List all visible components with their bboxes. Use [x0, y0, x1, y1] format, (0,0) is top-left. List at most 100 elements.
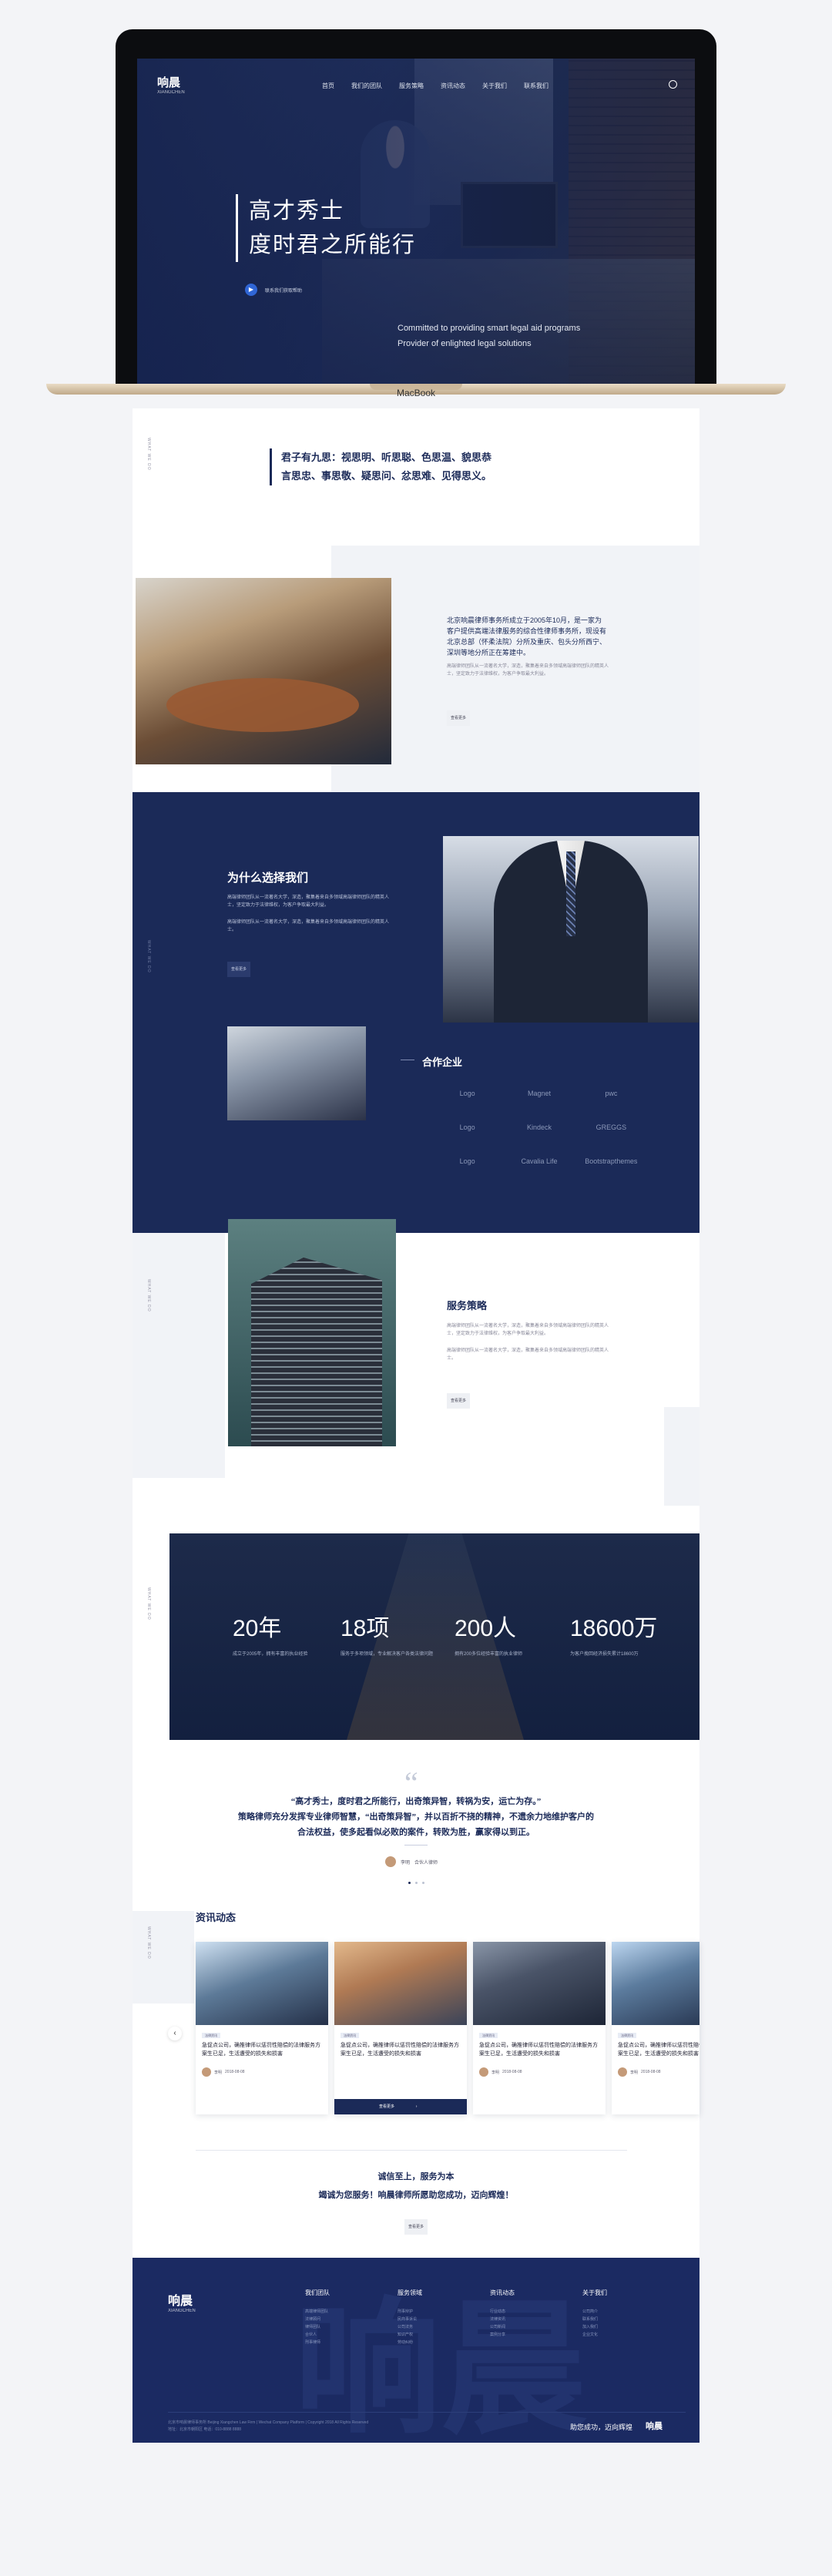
hero-en-line1: Committed to providing smart legal aid p…	[398, 324, 581, 333]
news-tag: 法律资讯	[341, 2033, 359, 2038]
news-tag: 法律资讯	[479, 2033, 498, 2038]
footer-link[interactable]: 联系我们	[582, 2316, 675, 2323]
why-more-button[interactable]: 查看更多	[227, 962, 250, 977]
partner-logo[interactable]: Logo	[431, 1123, 503, 1131]
stat-item: 18600万 为客户挽回经济损失累计18600万	[570, 1609, 663, 1658]
partner-logo[interactable]: pwc	[575, 1090, 647, 1097]
footer-link[interactable]: 案例分享	[490, 2331, 582, 2339]
footer-link[interactable]: 企业文化	[582, 2331, 675, 2339]
chevron-left-icon[interactable]: ‹	[168, 2027, 182, 2040]
nav-item-team[interactable]: 我们的团队	[351, 82, 382, 90]
hero-title-line2: 度时君之所能行	[249, 233, 417, 257]
logo-text: 响晨	[157, 76, 181, 89]
building-tower	[251, 1258, 382, 1446]
nav-item-contact[interactable]: 联系我们	[524, 82, 549, 90]
nav-item-news[interactable]: 资讯动态	[441, 82, 465, 90]
footer-link[interactable]: 高端律师团队	[305, 2308, 398, 2316]
partner-logo[interactable]: Logo	[431, 1157, 503, 1165]
side-label-3: WHAT WE DO	[146, 1279, 151, 1312]
footer-link[interactable]: 行业动态	[490, 2308, 582, 2316]
partner-logo[interactable]: GREGGS	[575, 1123, 647, 1131]
news-image	[612, 1942, 699, 2025]
strategy-more-button[interactable]: 查看更多	[447, 1393, 470, 1409]
footer-link[interactable]: 法律顾问	[305, 2316, 398, 2323]
news-author-name: 李明	[630, 2070, 639, 2075]
news-card[interactable]: 法律资讯 急促点公司，确推律师以惩罚性赔偿的法律服务方案生已足，生活遭受的损失和…	[196, 1942, 328, 2114]
news-author: 李明 2018-08-08	[202, 2067, 322, 2077]
hero-contact-button[interactable]: ▶ 联系我们获取帮助	[245, 284, 302, 296]
nav-item-about[interactable]: 关于我们	[482, 82, 507, 90]
carousel-dot[interactable]	[415, 1882, 418, 1884]
site-logo[interactable]: 响晨 XIANGCHEN	[157, 74, 193, 95]
footer-link[interactable]: 加入我们	[582, 2323, 675, 2331]
device-brand: MacBook	[396, 388, 436, 398]
stats-banner: 20年 成立于2005年，拥有丰富的执业经验 18项 服务于多项领域，专业解决客…	[169, 1533, 699, 1740]
cta-divider	[196, 2150, 627, 2151]
hero-title-line1: 高才秀士	[249, 199, 345, 223]
stat-number: 18600万	[570, 1616, 658, 1641]
partner-logo[interactable]: Logo	[431, 1090, 503, 1097]
footer-watermark: 响晨	[294, 2290, 588, 2443]
footer-link[interactable]: 民商事诉讼	[398, 2316, 490, 2323]
news-card-title: 急促点公司，确推律师以惩罚性赔偿的法律服务方案生已足，生活遭受的损失和损害	[479, 2043, 598, 2057]
avatar	[385, 1856, 396, 1867]
footer-link[interactable]: 刑事辩护	[398, 2308, 490, 2316]
meeting-table	[166, 678, 359, 732]
carousel-dot[interactable]	[408, 1882, 411, 1884]
avatar	[618, 2067, 627, 2077]
footer-logo[interactable]: 响晨 XIANGCHEN	[168, 2290, 196, 2313]
avatar	[202, 2067, 211, 2077]
news-card[interactable]: 法律资讯 急促点公司，确推律师以惩罚性赔偿的法律服务方案生已足，生活遭受的损失和…	[473, 1942, 606, 2114]
nav-item-services[interactable]: 服务策略	[399, 82, 424, 90]
nav-item-home[interactable]: 首页	[322, 82, 334, 90]
footer-link[interactable]: 公司法务	[398, 2323, 490, 2331]
news-author-name: 李明	[491, 2070, 500, 2075]
why-text: 高端律师团队从一流著名大学，深造，聚集着来自多领域高端律师团队的精英人士，坚定致…	[227, 894, 389, 934]
footer-col: 我们团队 高端律师团队 法律顾问 律师团队 合伙人 刑事律师	[305, 2289, 398, 2346]
strategy-text-2: 高端律师团队从一流著名大学，深造，聚集着来自多领域高端律师团队的精英人士。	[447, 1348, 609, 1361]
news-card[interactable]: 法律资讯 急促点公司，确推律师以惩罚性赔偿的法律服务方案生已足，生活遭受的损失和…	[612, 1942, 699, 2114]
footer-link[interactable]: 法律资讯	[490, 2316, 582, 2323]
news-date: 2018-08-08	[225, 2070, 245, 2074]
why-title: 为什么选择我们	[227, 872, 309, 885]
news-image	[473, 1942, 606, 2025]
partner-logo[interactable]: Kindeck	[503, 1123, 575, 1131]
footer-link[interactable]: 知识产权	[398, 2331, 490, 2339]
footer-link[interactable]: 刑事律师	[305, 2339, 398, 2346]
search-icon[interactable]	[669, 80, 677, 89]
footer-link[interactable]: 律师团队	[305, 2323, 398, 2331]
footer-logo-text: 响晨	[168, 2295, 193, 2308]
about-more-button[interactable]: 查看更多	[447, 710, 470, 726]
main-nav: 首页 我们的团队 服务策略 资讯动态 关于我们 联系我们	[322, 82, 549, 90]
footer-link[interactable]: 公司新闻	[490, 2323, 582, 2331]
partner-logo[interactable]: Bootstrapthemes	[575, 1157, 647, 1165]
stat-description: 为客户挽回经济损失累计18600万	[570, 1652, 639, 1657]
partner-logo[interactable]: Cavalia Life	[503, 1157, 575, 1165]
partner-logo[interactable]: Magnet	[503, 1090, 575, 1097]
stat-item: 200人 拥有200多位经验丰富的执业律师	[455, 1609, 547, 1658]
strategy-bg-left	[133, 1233, 225, 1478]
testimonial-text: “高才秀士，度时君之所能行，出奇策异智，转祸为安，运亡为存。” 策略律师充分发挥…	[223, 1794, 609, 1840]
footer-logo-small[interactable]: 响晨	[646, 2420, 663, 2432]
stat-description: 服务于多项领域，专业解决客户各类法律问题	[341, 1652, 434, 1657]
testimonial-author: 李明 合伙人律师	[385, 1856, 438, 1867]
cta-line1: 诚信至上，服务为本	[377, 2172, 455, 2181]
footer-link[interactable]: 公司简介	[582, 2308, 675, 2316]
why-text-2: 高端律师团队从一流著名大学，深造，聚集着来自多领域高端律师团队的精英人士。	[227, 920, 390, 932]
news-more-bar[interactable]: 查看更多 ›	[334, 2099, 467, 2114]
footer-copyright: 北京市响晨律师事务所 Beijing Xiangchen Law Firm | …	[168, 2420, 507, 2433]
stat-description: 成立于2005年，拥有丰富的执业经验	[233, 1652, 308, 1657]
carousel-dot[interactable]	[422, 1882, 424, 1884]
hero-english-tagline: Committed to providing smart legal aid p…	[398, 321, 580, 351]
footer-link[interactable]: 劳动纠纷	[398, 2339, 490, 2346]
news-card[interactable]: 法律资讯 急促点公司，确推律师以惩罚性赔偿的法律服务方案生已足，生活遭受的损失和…	[334, 1942, 467, 2114]
stat-description: 拥有200多位经验丰富的执业律师	[455, 1652, 523, 1657]
cta-more-button[interactable]: 查看更多	[404, 2219, 428, 2235]
news-title: 资讯动态	[196, 1912, 237, 1923]
footer-col: 服务领域 刑事辩护 民商事诉讼 公司法务 知识产权 劳动纠纷	[398, 2289, 490, 2346]
about-text: 北京响晨律师事务所成立于2005年10月，是一家为客户提供高端法律服务的综合性律…	[447, 616, 607, 657]
partner-logo-grid: Logo Magnet pwc Logo Kindeck GREGGS Logo…	[431, 1090, 647, 1165]
footer-copy-line1: 北京市响晨律师事务所 Beijing Xiangchen Law Firm | …	[168, 2420, 369, 2425]
footer-divider	[168, 2412, 686, 2413]
footer-link[interactable]: 合伙人	[305, 2331, 398, 2339]
